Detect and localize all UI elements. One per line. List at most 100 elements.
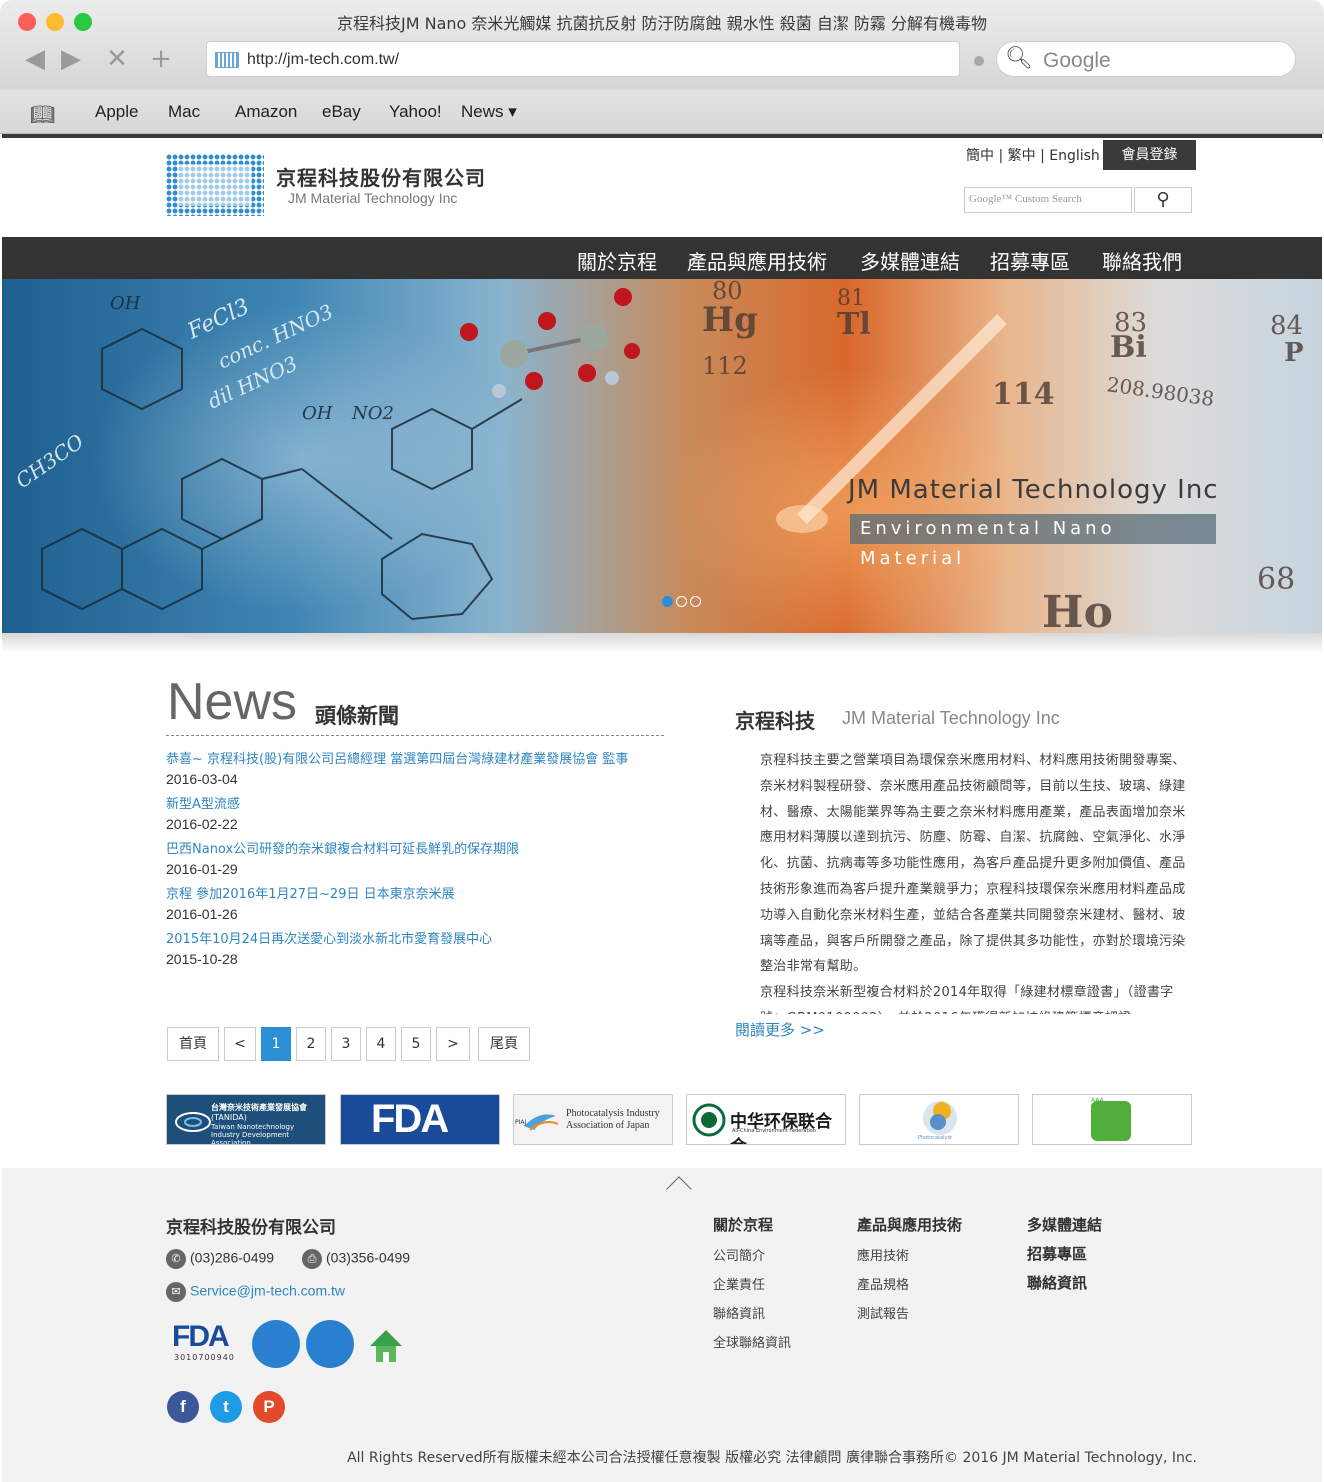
bookmark-amazon[interactable]: Amazon [235, 102, 297, 122]
footer-link-careers[interactable]: 招募專區 [1027, 1243, 1087, 1264]
company-name-en: JM Material Technology Inc [288, 190, 458, 206]
hero-shadow [2, 633, 1322, 653]
pager-page-3[interactable]: 3 [331, 1027, 361, 1061]
address-bar[interactable]: http://jm-tech.com.tw/ [206, 41, 960, 77]
svg-text:P: P [1284, 338, 1304, 368]
nav-media[interactable]: 多媒體連結 [860, 246, 960, 275]
footer-link-csr[interactable]: 企業責任 [713, 1274, 765, 1293]
footer-email-link[interactable]: Service@jm-tech.com.tw [190, 1283, 345, 1299]
footer-fax: ⎙ (03)356-0499 [302, 1249, 410, 1269]
bookmark-yahoo[interactable]: Yahoo! [389, 102, 442, 122]
partner-logo-photocatalyst[interactable]: Photocatalyst [859, 1094, 1019, 1145]
acef-name: 中华环保联合会 [730, 1112, 832, 1144]
news-divider [166, 735, 664, 736]
phone-icon: ✆ [166, 1249, 186, 1269]
slide-dot-2[interactable] [676, 596, 687, 607]
hero-banner[interactable]: FeCl3 conc. HNO3 dil HNO3 CH3CO OH NO2 O… [2, 279, 1322, 633]
news-link[interactable]: 恭喜~ 京程科技(股)有限公司呂總經理 當選第四屆台灣綠建材產業發展協會 監事 [166, 752, 664, 767]
footer-col-media[interactable]: 多媒體連結 [1027, 1214, 1102, 1235]
read-more-link[interactable]: 閱讀更多 >> [735, 1019, 825, 1040]
piaj-line1: Photocatalysis Industry [566, 1108, 660, 1119]
reader-dot-icon[interactable] [974, 56, 984, 66]
news-link[interactable]: 巴西Nanox公司研發的奈米銀複合材料可延長鮮乳的保存期限 [166, 842, 664, 857]
pager-next[interactable]: > [436, 1027, 470, 1061]
browser-search-placeholder: Google [1043, 49, 1111, 72]
news-link[interactable]: 京程 參加2016年1月27日~29日 日本東京奈米展 [166, 887, 664, 902]
fda-cert-mark: FDA 3010700940 [170, 1320, 244, 1368]
bookmark-mac[interactable]: Mac [168, 102, 200, 122]
photocatalyst-name: Photocatalyst [918, 1135, 953, 1141]
browser-search-input[interactable]: 🔍︎ Google [996, 41, 1296, 77]
twitter-icon[interactable]: t [210, 1391, 242, 1423]
footer-fax-number: (03)356-0499 [326, 1249, 411, 1266]
plurk-icon[interactable]: P [253, 1391, 285, 1423]
company-logo[interactable] [166, 154, 264, 216]
news-date: 2016-01-26 [166, 906, 238, 922]
pager-last[interactable]: 尾頁 [478, 1027, 530, 1061]
nav-about[interactable]: 關於京程 [577, 246, 657, 275]
footer-link-contact-info[interactable]: 聯絡資訊 [713, 1303, 765, 1322]
footer-link-company-profile[interactable]: 公司簡介 [713, 1245, 765, 1264]
partner-logo-piaj[interactable]: PIAJ Photocatalysis Industry Association… [513, 1094, 673, 1145]
partner-logo-fda[interactable]: FDA [340, 1094, 500, 1145]
footer-link-applications[interactable]: 應用技術 [857, 1245, 909, 1264]
news-link[interactable]: 新型A型流感 [166, 797, 664, 812]
bookmark-apple[interactable]: Apple [95, 102, 138, 122]
pager-page-1[interactable]: 1 [261, 1027, 291, 1061]
svg-text:84: 84 [1270, 311, 1303, 341]
footer-link-specs[interactable]: 產品規格 [857, 1274, 909, 1293]
green-building-mark: AAA [1091, 1097, 1104, 1104]
svg-text:OH: OH [302, 403, 333, 424]
nav-products[interactable]: 產品與應用技術 [687, 246, 827, 275]
pager-page-5[interactable]: 5 [401, 1027, 431, 1061]
svg-text:NO2: NO2 [351, 403, 394, 424]
back-arrow-icon[interactable]: ◀ [18, 42, 52, 76]
bookmark-news[interactable]: News ▾ [461, 102, 517, 122]
news-subheading: 頭條新聞 [315, 704, 399, 728]
partner-logo-acef[interactable]: 中华环保联合会 All-China Environment Federation [686, 1094, 846, 1145]
member-login-button[interactable]: 會員登錄 [1103, 140, 1196, 170]
green-house-icon [370, 1330, 402, 1362]
nano-mark-icon [252, 1320, 300, 1368]
piaj-acronym: PIAJ [515, 1119, 527, 1126]
green-building-mark-icon [362, 1320, 410, 1368]
pager-page-4[interactable]: 4 [366, 1027, 396, 1061]
site-search-button[interactable]: ⚲ [1134, 187, 1192, 213]
nav-contact[interactable]: 聯絡我們 [1102, 246, 1182, 275]
svg-text:Bi: Bi [1110, 330, 1147, 365]
pager-first[interactable]: 首頁 [167, 1027, 219, 1061]
stop-icon[interactable]: ✕ [100, 42, 134, 76]
footer-link-contact[interactable]: 聯絡資訊 [1027, 1272, 1087, 1293]
tanida-line2: (TANIDA) [211, 1113, 247, 1122]
about-paragraph: 京程科技奈米新型複合材料於2014年取得「綠建材標章證書」（證書字號：GBM01… [760, 985, 1174, 1014]
language-switcher[interactable]: 簡中 | 繁中 | English [966, 145, 1100, 165]
site-search-input[interactable]: Google™ Custom Search [964, 187, 1132, 213]
site-favicon-icon [215, 52, 239, 68]
hero-title: JM Material Technology Inc [848, 475, 1219, 505]
mail-icon: ✉ [166, 1282, 186, 1302]
reading-list-icon[interactable]: 📖︎ [30, 102, 55, 126]
footer-col-products[interactable]: 產品與應用技術 [857, 1214, 962, 1235]
partner-logo-green-building[interactable]: AAA [1032, 1094, 1192, 1145]
nav-careers[interactable]: 招募專區 [990, 246, 1070, 275]
company-name-cn: 京程科技股份有限公司 [276, 166, 486, 190]
bookmark-ebay[interactable]: eBay [322, 102, 361, 122]
news-link[interactable]: 2015年10月24日再次送愛心到淡水新北市愛育發展中心 [166, 932, 664, 947]
footer-link-global-contact[interactable]: 全球聯絡資訊 [713, 1332, 791, 1351]
forward-arrow-icon[interactable]: ▶ [54, 42, 88, 76]
add-tab-icon[interactable]: + [144, 42, 178, 76]
about-paragraph: 京程科技主要之營業項目為環保奈米應用材料、材料應用技術開發專案、奈米材料製程研發… [760, 753, 1186, 975]
acef-name-en: All-China Environment Federation [732, 1128, 817, 1134]
svg-text:OH: OH [110, 293, 141, 314]
slide-dot-3[interactable] [690, 596, 701, 607]
tanida-swirl-icon [175, 1112, 211, 1132]
pager-page-2[interactable]: 2 [296, 1027, 326, 1061]
footer-link-test-reports[interactable]: 測試報告 [857, 1303, 909, 1322]
hero-subtitle: Environmental Nano Material [850, 514, 1216, 569]
partner-logo-tanida[interactable]: 台灣奈米技術產業發展協會 (TANIDA) Taiwan Nanotechnol… [166, 1094, 326, 1145]
footer-col-about[interactable]: 關於京程 [713, 1214, 773, 1235]
slide-dot-1[interactable] [662, 596, 673, 607]
fda-text: FDA [371, 1097, 449, 1141]
facebook-icon[interactable]: f [167, 1391, 199, 1423]
pager-prev[interactable]: < [224, 1027, 256, 1061]
